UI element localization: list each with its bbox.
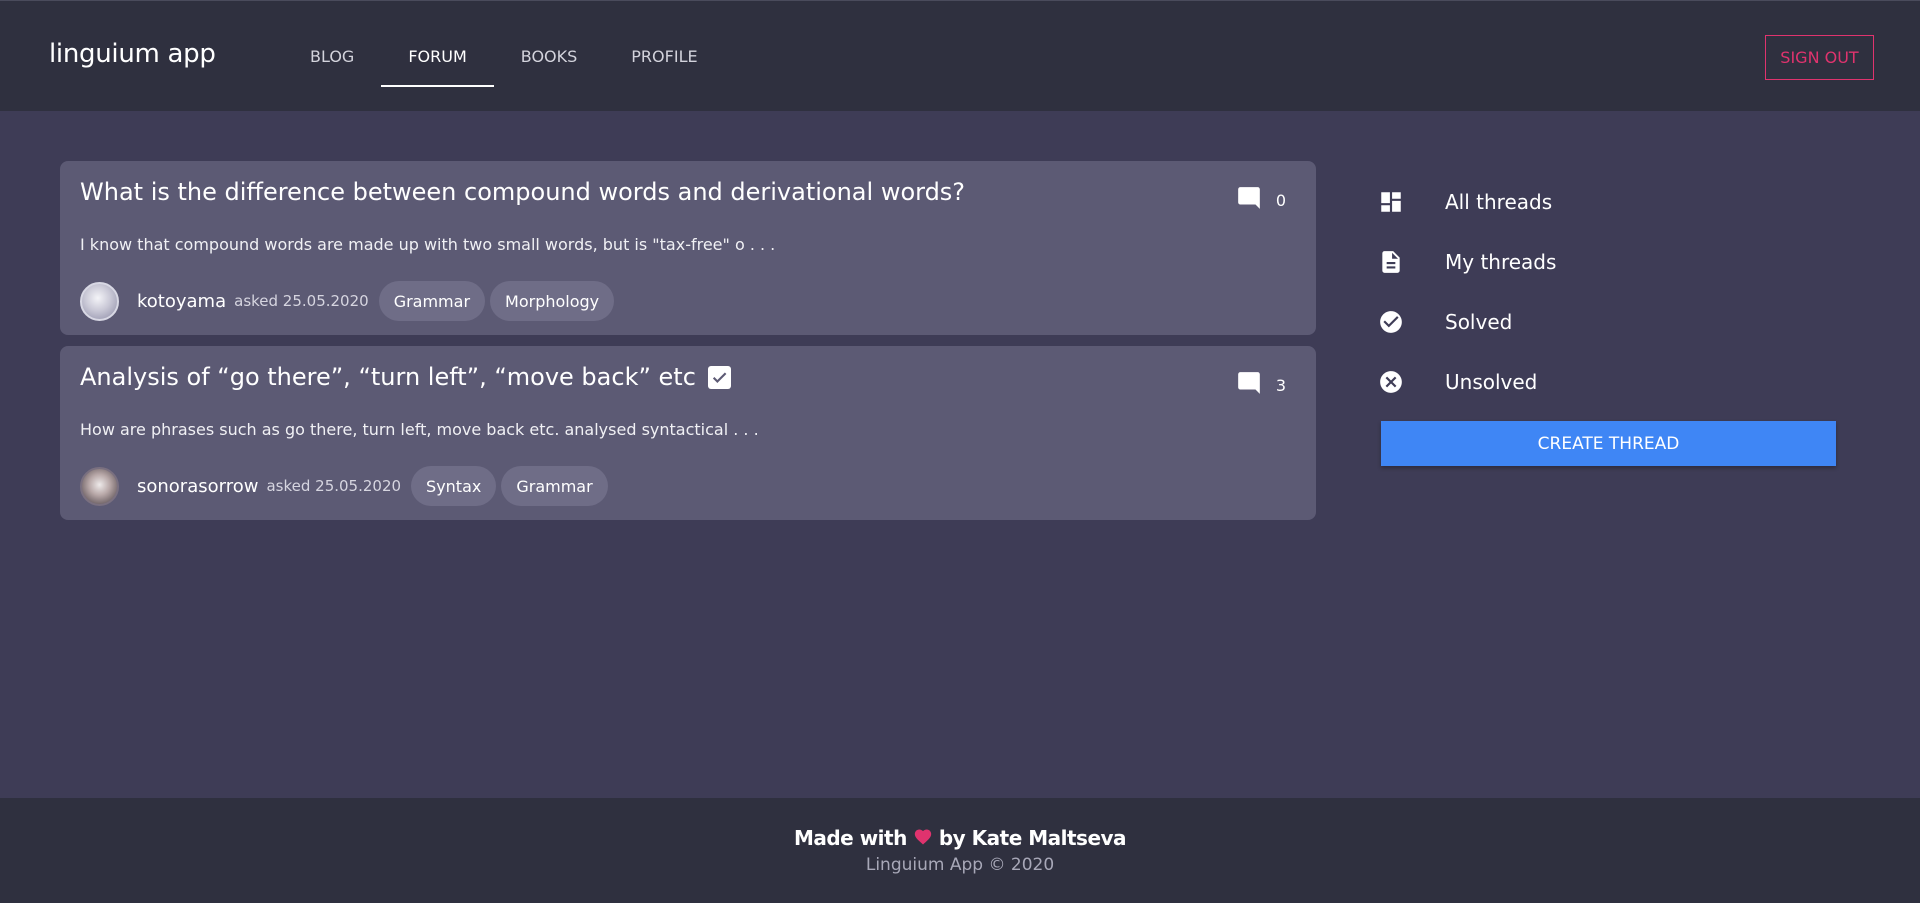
thread-meta: sonorasorrow asked 25.05.2020 Syntax Gra… xyxy=(80,466,613,506)
thread-title-text[interactable]: What is the difference between compound … xyxy=(80,178,965,206)
asked-date: asked 25.05.2020 xyxy=(266,477,402,495)
check-circle-icon xyxy=(1378,309,1404,335)
heart-icon xyxy=(913,826,933,850)
thread-title[interactable]: Analysis of “go there”, “turn left”, “mo… xyxy=(80,363,731,391)
thread-title[interactable]: What is the difference between compound … xyxy=(80,178,965,206)
thread-title-text[interactable]: Analysis of “go there”, “turn left”, “mo… xyxy=(80,363,696,391)
thread-meta: kotoyama asked 25.05.2020 Grammar Morpho… xyxy=(80,281,619,321)
cancel-circle-icon xyxy=(1378,369,1404,395)
filter-solved[interactable]: Solved xyxy=(1378,292,1838,352)
tag-grammar[interactable]: Grammar xyxy=(501,466,608,506)
comment-count-value: 0 xyxy=(1275,190,1286,210)
filter-my-threads[interactable]: My threads xyxy=(1378,232,1838,292)
comment-icon xyxy=(1236,370,1262,400)
tag-syntax[interactable]: Syntax xyxy=(411,466,497,506)
nav-forum[interactable]: FORUM xyxy=(381,1,495,112)
comment-count-value: 3 xyxy=(1275,375,1286,395)
thread-card[interactable]: Analysis of “go there”, “turn left”, “mo… xyxy=(60,346,1316,520)
filter-label: Unsolved xyxy=(1445,370,1538,394)
filter-unsolved[interactable]: Unsolved xyxy=(1378,352,1838,412)
sign-out-button[interactable]: SIGN OUT xyxy=(1765,35,1874,80)
asked-date: asked 25.05.2020 xyxy=(234,292,369,310)
solved-checkbox-icon xyxy=(707,365,731,389)
dashboard-icon xyxy=(1378,189,1404,215)
filter-label: All threads xyxy=(1445,190,1553,214)
footer-credit: Made with by Kate Maltseva xyxy=(0,826,1920,850)
tag-grammar[interactable]: Grammar xyxy=(378,281,486,321)
avatar[interactable] xyxy=(80,281,119,321)
filter-all-threads[interactable]: All threads xyxy=(1378,172,1838,232)
main-nav: BLOG FORUM BOOKS PROFILE xyxy=(283,1,725,112)
thread-excerpt: How are phrases such as go there, turn l… xyxy=(80,420,759,439)
footer-made-prefix: Made with xyxy=(793,826,907,850)
thread-filter-sidebar: All threads My threads Solved Unsolved xyxy=(1378,172,1838,412)
nav-blog[interactable]: BLOG xyxy=(283,1,381,112)
author-name[interactable]: kotoyama xyxy=(137,291,226,312)
thread-card[interactable]: What is the difference between compound … xyxy=(60,161,1316,335)
thread-list: What is the difference between compound … xyxy=(60,161,1316,531)
tag-morphology[interactable]: Morphology xyxy=(490,281,615,321)
nav-profile[interactable]: PROFILE xyxy=(604,1,724,112)
nav-books[interactable]: BOOKS xyxy=(494,1,605,112)
top-navbar: linguium app BLOG FORUM BOOKS PROFILE SI… xyxy=(0,0,1920,111)
footer-made-suffix: by Kate Maltseva xyxy=(938,826,1127,850)
author-name[interactable]: sonorasorrow xyxy=(137,476,258,497)
comment-count: 3 xyxy=(1236,370,1286,400)
brand-logo[interactable]: linguium app xyxy=(49,39,216,69)
footer-copyright: Linguium App © 2020 xyxy=(865,855,1055,875)
comment-count: 0 xyxy=(1236,185,1286,215)
avatar[interactable] xyxy=(80,466,119,506)
footer: Made with by Kate Maltseva Linguium App … xyxy=(0,798,1920,903)
filter-label: My threads xyxy=(1445,250,1557,274)
thread-excerpt: I know that compound words are made up w… xyxy=(80,235,776,254)
filter-label: Solved xyxy=(1445,310,1513,334)
create-thread-button[interactable]: CREATE THREAD xyxy=(1381,421,1836,466)
comment-icon xyxy=(1236,185,1262,215)
document-icon xyxy=(1378,249,1404,275)
